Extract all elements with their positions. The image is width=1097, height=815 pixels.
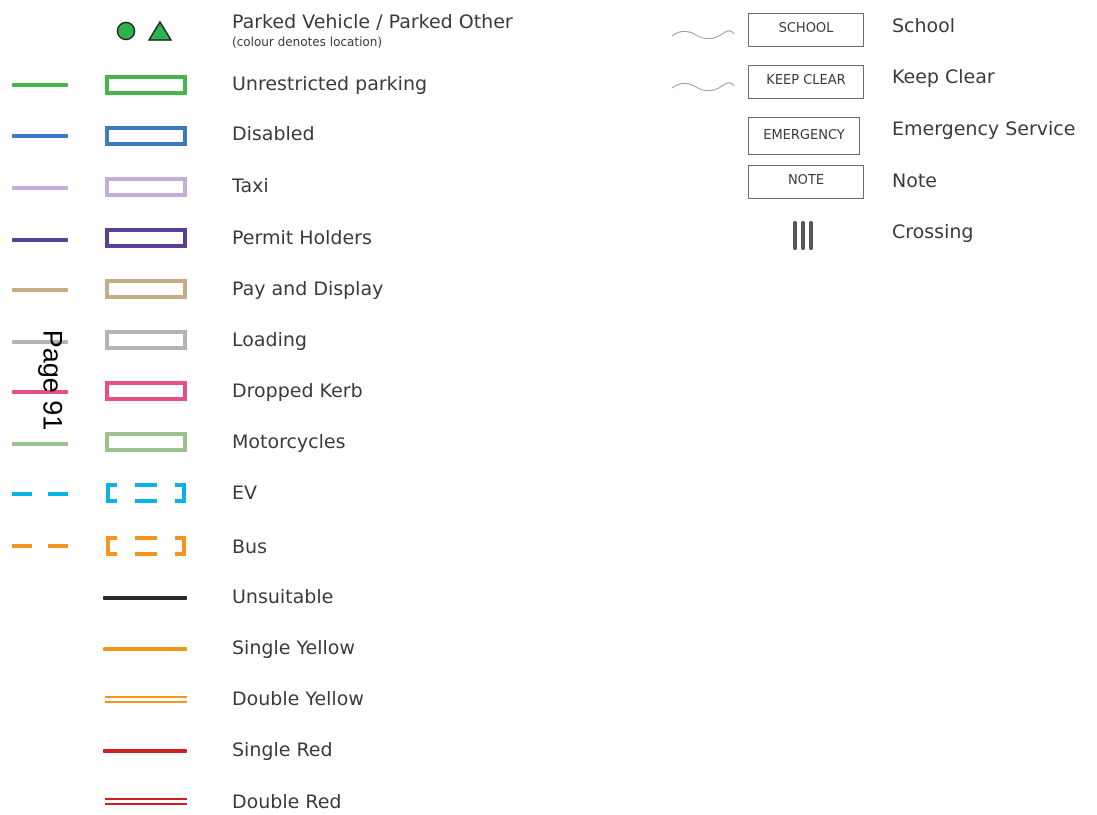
taxi-box bbox=[105, 177, 187, 197]
dropped-kerb-box bbox=[105, 381, 187, 401]
emergency-box: EMERGENCY bbox=[748, 117, 860, 155]
pay-display-line bbox=[12, 288, 68, 292]
double-red-line-bottom bbox=[105, 803, 187, 805]
school-wave-icon bbox=[671, 30, 735, 40]
bus-dash-1 bbox=[12, 544, 32, 548]
double-yellow-line-top bbox=[105, 696, 187, 698]
single-red-label: Single Red bbox=[232, 739, 333, 761]
double-red-line-top bbox=[105, 798, 187, 800]
disabled-box bbox=[105, 126, 187, 146]
school-box: SCHOOL bbox=[748, 13, 864, 47]
keep-clear-wave-icon bbox=[671, 82, 735, 92]
double-yellow-line-bottom bbox=[105, 701, 187, 703]
keep-clear-label: Keep Clear bbox=[892, 66, 995, 88]
motorcycles-box bbox=[105, 432, 187, 452]
unsuitable-line bbox=[103, 596, 187, 600]
school-label: School bbox=[892, 15, 956, 37]
ev-dash-1 bbox=[12, 492, 32, 496]
crossing-icon bbox=[793, 221, 813, 250]
taxi-line bbox=[12, 186, 68, 190]
single-yellow-label: Single Yellow bbox=[232, 637, 355, 659]
circle-icon bbox=[116, 21, 136, 41]
parked-vehicle-sublabel: (colour denotes location) bbox=[232, 35, 383, 49]
disabled-label: Disabled bbox=[232, 123, 315, 145]
double-yellow-label: Double Yellow bbox=[232, 688, 364, 710]
unrestricted-box bbox=[105, 75, 187, 95]
note-label: Note bbox=[892, 170, 937, 192]
keep-clear-box: KEEP CLEAR bbox=[748, 65, 864, 99]
loading-label: Loading bbox=[232, 329, 307, 351]
parked-vehicle-label: Parked Vehicle / Parked Other bbox=[232, 11, 513, 33]
single-yellow-line bbox=[103, 647, 187, 651]
page-number: Page 91 bbox=[37, 329, 68, 431]
permit-label: Permit Holders bbox=[232, 227, 372, 249]
motorcycles-label: Motorcycles bbox=[232, 431, 346, 453]
ev-box bbox=[106, 483, 186, 503]
note-box: NOTE bbox=[748, 165, 864, 199]
ev-label: EV bbox=[232, 482, 258, 504]
permit-line bbox=[12, 238, 68, 242]
crossing-label: Crossing bbox=[892, 221, 974, 243]
bus-label: Bus bbox=[232, 536, 267, 558]
pay-display-label: Pay and Display bbox=[232, 278, 384, 300]
loading-box bbox=[105, 330, 187, 350]
disabled-line bbox=[12, 134, 68, 138]
motorcycles-line bbox=[12, 442, 68, 446]
triangle-icon bbox=[147, 20, 173, 41]
single-red-line bbox=[103, 749, 187, 753]
bus-box bbox=[106, 536, 186, 556]
ev-dash-2 bbox=[48, 492, 68, 496]
dropped-kerb-label: Dropped Kerb bbox=[232, 380, 363, 402]
unrestricted-label: Unrestricted parking bbox=[232, 73, 428, 95]
taxi-label: Taxi bbox=[232, 175, 269, 197]
bus-dash-2 bbox=[48, 544, 68, 548]
unrestricted-line bbox=[12, 83, 68, 87]
permit-box bbox=[105, 228, 187, 248]
double-red-label: Double Red bbox=[232, 791, 342, 813]
pay-display-box bbox=[105, 279, 187, 299]
unsuitable-label: Unsuitable bbox=[232, 586, 334, 608]
emergency-label: Emergency Service bbox=[892, 118, 1076, 140]
